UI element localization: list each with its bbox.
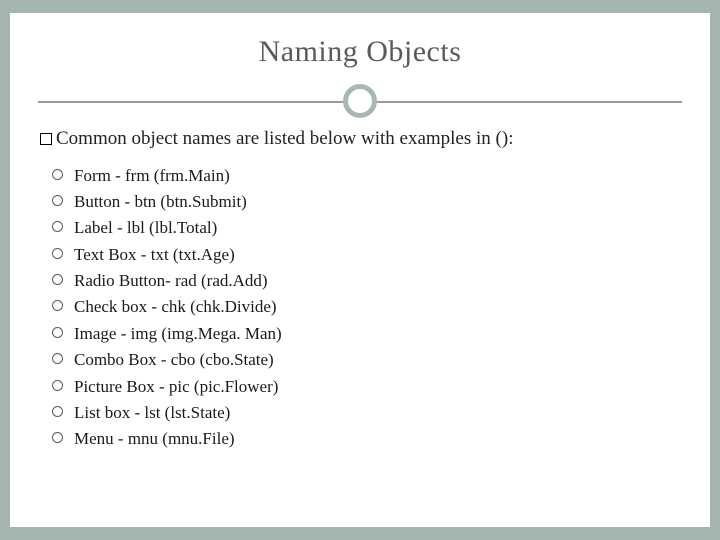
- intro-content: Common object names are listed below wit…: [56, 128, 513, 149]
- list-item: List box - lst (lst.State): [74, 400, 682, 426]
- list-item: Text Box - txt (txt.Age): [74, 242, 682, 268]
- list-item: Combo Box - cbo (cbo.State): [74, 347, 682, 373]
- list-item: Button - btn (btn.Submit): [74, 189, 682, 215]
- list-item: Picture Box - pic (pic.Flower): [74, 374, 682, 400]
- list-item: Menu - mnu (mnu.File): [74, 426, 682, 452]
- list-item: Label - lbl (lbl.Total): [74, 215, 682, 241]
- list-item: Image - img (img.Mega. Man): [74, 321, 682, 347]
- intro-text: Common object names are listed below wit…: [40, 127, 682, 151]
- divider: [38, 83, 682, 119]
- list-item: Check box - chk (chk.Divide): [74, 294, 682, 320]
- slide: Naming Objects Common object names are l…: [10, 13, 710, 527]
- page-title: Naming Objects: [38, 35, 682, 69]
- square-bullet-icon: [40, 133, 52, 145]
- object-name-list: Form - frm (frm.Main) Button - btn (btn.…: [38, 163, 682, 453]
- list-item: Radio Button- rad (rad.Add): [74, 268, 682, 294]
- divider-circle-icon: [343, 84, 377, 118]
- list-item: Form - frm (frm.Main): [74, 163, 682, 189]
